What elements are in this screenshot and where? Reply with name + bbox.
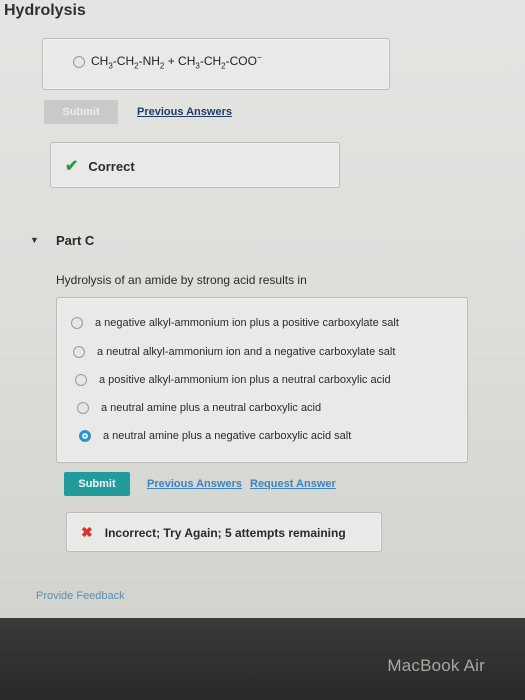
option-label: a positive alkyl-ammonium ion plus a neu…: [99, 374, 391, 386]
radio-icon: [71, 317, 83, 329]
option-3[interactable]: a positive alkyl-ammonium ion plus a neu…: [75, 374, 391, 386]
option-label: a negative alkyl-ammonium ion plus a pos…: [95, 317, 399, 329]
part-b-feedback-box: ✔ Correct: [50, 142, 340, 188]
option-label: a neutral alkyl-ammonium ion and a negat…: [97, 346, 396, 358]
x-icon: ✖: [81, 524, 93, 540]
page-title: Hydrolysis: [4, 2, 86, 19]
radio-icon: [77, 402, 89, 414]
brand-label: MacBook Air: [387, 656, 485, 675]
radio-icon: [73, 346, 85, 358]
part-b-answer-box: CH3-CH2-NH2 + CH3-CH2-COO−: [42, 38, 390, 90]
part-c-options-box: a negative alkyl-ammonium ion plus a pos…: [56, 297, 468, 463]
collapse-triangle-icon[interactable]: ▼: [30, 235, 39, 245]
part-b-submit-button[interactable]: Submit: [44, 100, 118, 124]
option-5[interactable]: a neutral amine plus a negative carboxyl…: [79, 430, 351, 442]
radio-icon: [73, 55, 85, 68]
radio-selected-icon: [79, 430, 91, 442]
feedback-incorrect-text: Incorrect; Try Again; 5 attempts remaini…: [104, 525, 346, 540]
feedback-correct-text: Correct: [88, 158, 135, 174]
option-label: a neutral amine plus a neutral carboxyli…: [101, 402, 322, 414]
part-c-question: Hydrolysis of an amide by strong acid re…: [56, 273, 307, 287]
laptop-bezel: MacBook Air: [0, 618, 525, 700]
option-2[interactable]: a neutral alkyl-ammonium ion and a negat…: [73, 346, 395, 358]
provide-feedback-link[interactable]: Provide Feedback: [36, 590, 125, 602]
checkmark-icon: ✔: [65, 158, 79, 175]
part-b-selected-answer[interactable]: CH3-CH2-NH2 + CH3-CH2-COO−: [73, 53, 262, 70]
radio-icon: [75, 374, 87, 386]
option-1[interactable]: a negative alkyl-ammonium ion plus a pos…: [71, 317, 399, 329]
option-4[interactable]: a neutral amine plus a neutral carboxyli…: [77, 402, 321, 414]
option-label: a neutral amine plus a negative carboxyl…: [103, 430, 352, 442]
part-c-feedback-box: ✖ Incorrect; Try Again; 5 attempts remai…: [66, 512, 382, 552]
request-answer-link[interactable]: Request Answer: [250, 478, 336, 490]
browser-screen: Hydrolysis CH3-CH2-NH2 + CH3-CH2-COO− Su…: [0, 0, 525, 618]
part-b-previous-answers-link[interactable]: Previous Answers: [137, 106, 232, 118]
part-c-title: Part C: [56, 233, 95, 248]
part-c-submit-button[interactable]: Submit: [64, 472, 130, 496]
part-c-previous-answers-link[interactable]: Previous Answers: [147, 478, 242, 490]
